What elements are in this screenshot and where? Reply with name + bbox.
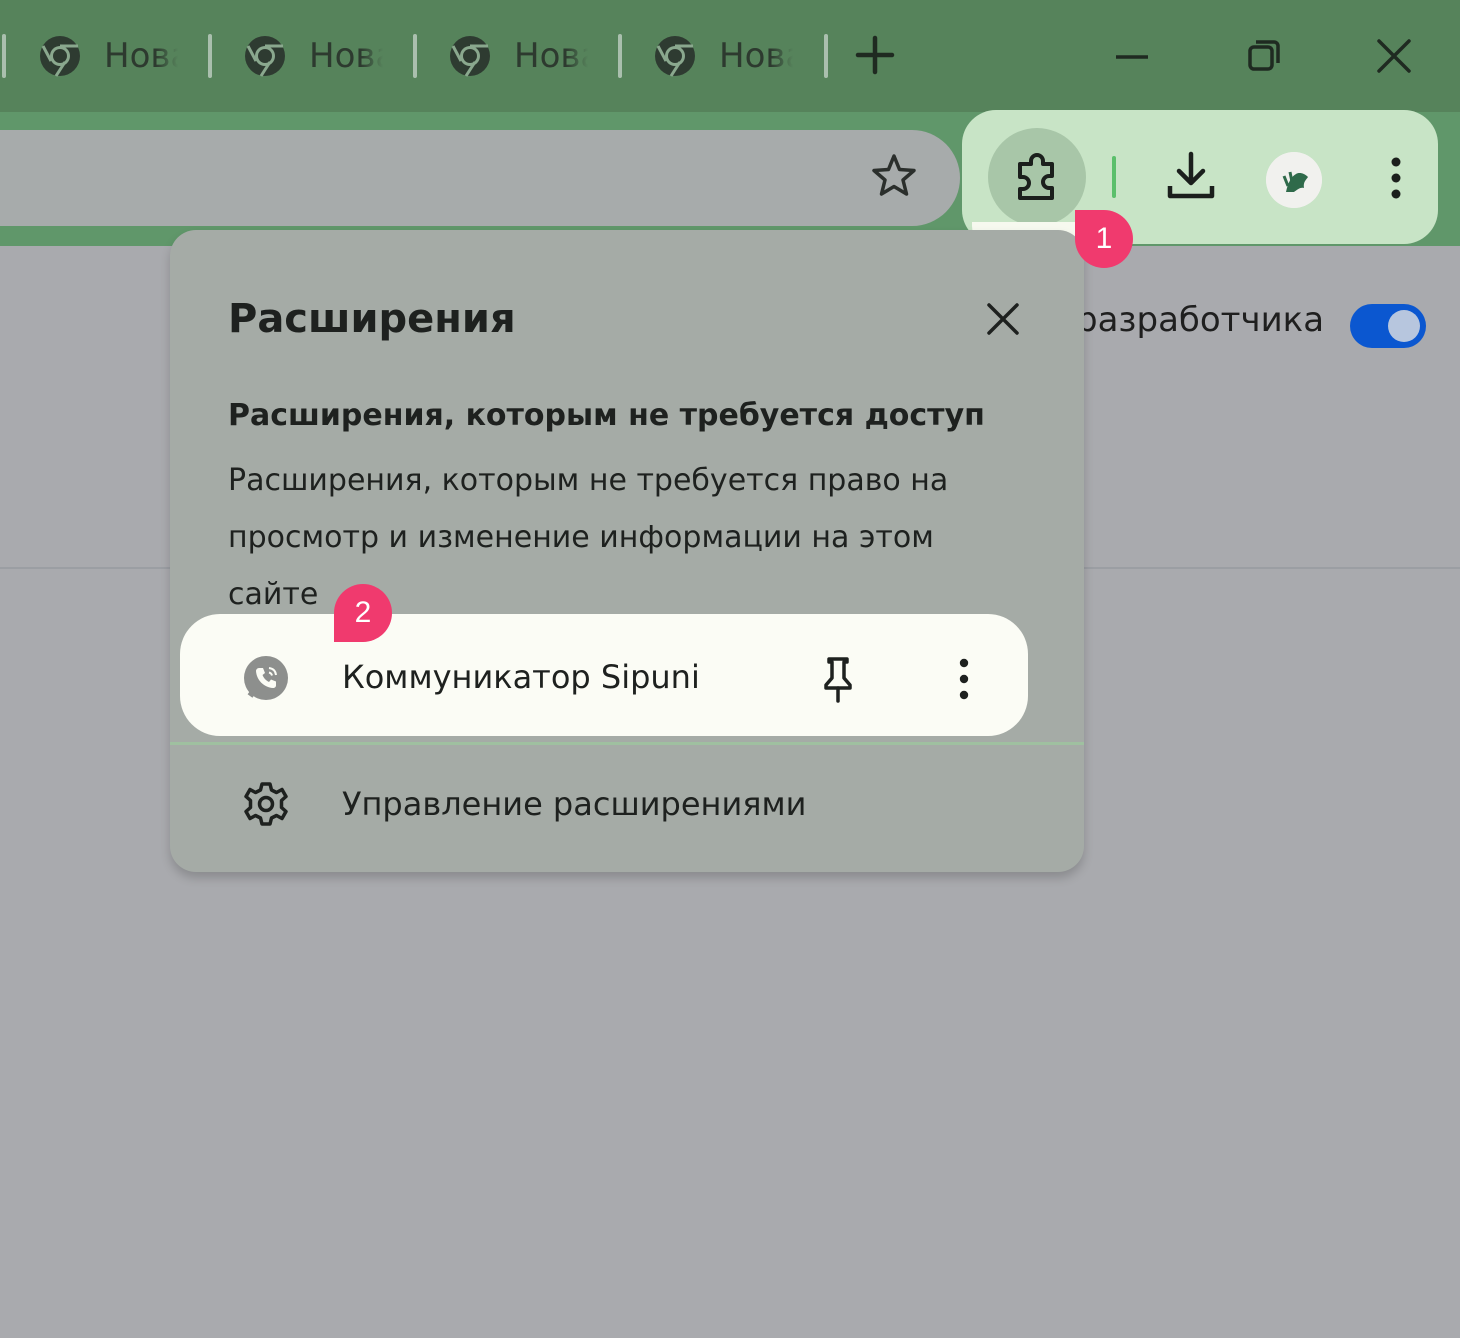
sipuni-phone-icon xyxy=(244,656,288,700)
minimize-icon[interactable] xyxy=(1106,30,1158,82)
developer-mode-label: разработчика xyxy=(1076,300,1325,340)
section-heading: Расширения, которым не требуется доступ xyxy=(228,398,985,433)
chrome-icon xyxy=(40,36,80,77)
tab-title: Нова xyxy=(104,36,178,76)
extension-more-icon[interactable] xyxy=(952,654,976,704)
chrome-icon xyxy=(245,36,285,77)
tab-3[interactable]: Нова xyxy=(448,28,588,84)
close-icon[interactable] xyxy=(978,294,1028,344)
tab-title: Нова xyxy=(309,36,383,76)
tab-title: Нова xyxy=(514,36,588,76)
popup-divider xyxy=(170,742,1084,745)
manage-extensions-item[interactable]: Управление расширениями xyxy=(242,780,806,828)
gear-icon xyxy=(244,782,288,826)
puzzle-icon xyxy=(1018,153,1054,200)
step-badge-2: 2 xyxy=(334,584,392,642)
tab-separator xyxy=(618,34,622,78)
download-icon[interactable] xyxy=(1162,148,1220,206)
tab-separator xyxy=(413,34,417,78)
close-window-icon[interactable] xyxy=(1368,30,1420,82)
toolbar-separator xyxy=(1112,156,1116,198)
tab-title: Нова xyxy=(719,36,793,76)
extensions-popup: Расширения Расширения, которым не требуе… xyxy=(170,230,1084,872)
extensions-button[interactable] xyxy=(988,128,1086,226)
tab-separator xyxy=(2,34,6,78)
new-tab-plus-icon[interactable] xyxy=(852,32,898,78)
developer-mode-toggle[interactable] xyxy=(1350,304,1426,348)
step-badge-1: 1 xyxy=(1075,210,1133,268)
restore-icon[interactable] xyxy=(1238,30,1290,82)
avatar-image-icon xyxy=(1266,152,1322,208)
tab-strip: Нова Нова Нова xyxy=(0,0,1460,112)
extension-name: Коммуникатор Sipuni xyxy=(342,658,700,696)
kebab-menu-icon[interactable] xyxy=(1378,150,1414,206)
popup-title: Расширения xyxy=(228,296,516,342)
tab-1[interactable]: Нова xyxy=(38,28,178,84)
tab-4[interactable]: Нова xyxy=(653,28,793,84)
chrome-icon xyxy=(450,36,490,77)
chrome-icon xyxy=(655,36,695,77)
tab-2[interactable]: Нова xyxy=(243,28,383,84)
manage-extensions-label: Управление расширениями xyxy=(342,785,807,823)
tab-separator xyxy=(208,34,212,78)
pin-icon[interactable] xyxy=(816,654,860,704)
toggle-knob xyxy=(1388,310,1420,342)
extension-row-sipuni[interactable]: Коммуникатор Sipuni xyxy=(180,614,1028,736)
profile-avatar[interactable] xyxy=(1266,152,1322,208)
tab-separator xyxy=(824,34,828,78)
address-bar[interactable] xyxy=(0,130,960,226)
bookmark-star-icon[interactable] xyxy=(868,150,920,202)
